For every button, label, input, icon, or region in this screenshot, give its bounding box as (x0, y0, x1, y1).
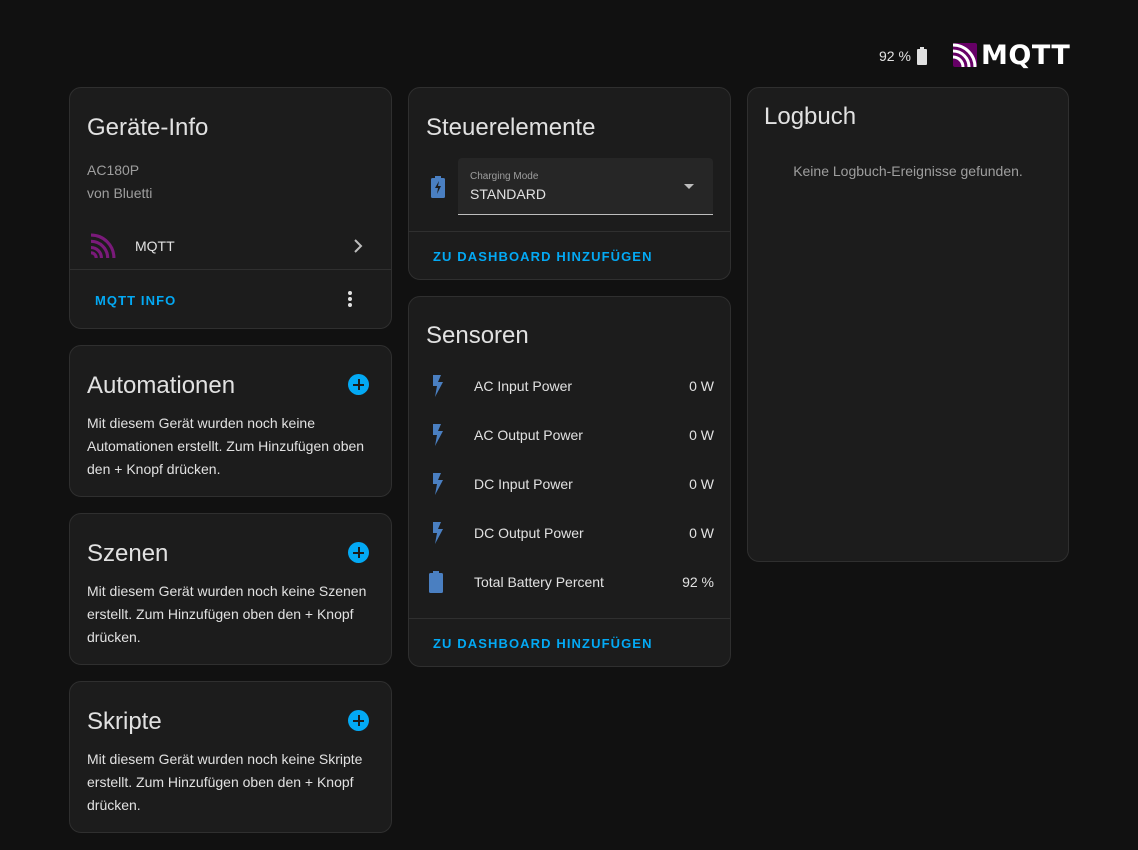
charging-mode-value: STANDARD (470, 186, 546, 202)
battery-icon (429, 571, 445, 593)
controls-add-to-dashboard-button[interactable]: ZU DASHBOARD HINZUFÜGEN (433, 249, 653, 264)
add-script-button[interactable] (348, 710, 369, 731)
chevron-right-icon (354, 239, 363, 253)
sensor-row[interactable]: Total Battery Percent 92 % (409, 558, 730, 607)
scenes-empty-text: Mit diesem Gerät wurden noch keine Szene… (87, 583, 367, 645)
automations-title: Automationen (87, 372, 236, 399)
sensor-row[interactable]: DC Output Power 0 W (409, 509, 730, 558)
sensor-name: AC Output Power (474, 427, 583, 443)
battery-icon (916, 47, 927, 65)
sensor-list: AC Input Power 0 W AC Output Power 0 W DC In… (409, 362, 730, 607)
add-automation-button[interactable] (348, 374, 369, 395)
sensor-row[interactable]: DC Input Power 0 W (409, 460, 730, 509)
scenes-card: Szenen Mit diesem Gerät wurden noch kein… (69, 513, 392, 665)
mqtt-logo-icon (953, 43, 977, 67)
automations-card: Automationen Mit diesem Gerät wurden noc… (69, 345, 392, 497)
battery-level-text: 92 % (879, 48, 911, 64)
sensor-name: DC Output Power (474, 525, 584, 541)
controls-title: Steuerelemente (426, 114, 596, 141)
mqtt-wordmark: MQTT (981, 39, 1071, 71)
sensor-row[interactable]: AC Output Power 0 W (409, 411, 730, 460)
sensors-title: Sensoren (426, 322, 529, 349)
sensors-divider (409, 618, 730, 619)
flash-icon (429, 424, 445, 446)
device-info-divider (70, 269, 391, 270)
logbook-card: Logbuch Keine Logbuch-Ereignisse gefunde… (747, 87, 1069, 562)
scripts-card: Skripte Mit diesem Gerät wurden noch kei… (69, 681, 392, 833)
device-info-card: Geräte-Info AC180P von Bluetti MQTT MQTT… (69, 87, 392, 329)
sensors-card: Sensoren AC Input Power 0 W AC Output Powe… (408, 296, 731, 667)
integration-row-mqtt[interactable]: MQTT (70, 224, 391, 268)
scripts-empty-text: Mit diesem Gerät wurden noch keine Skrip… (87, 751, 363, 813)
device-model: AC180P (87, 162, 140, 178)
sensor-value: 0 W (689, 427, 714, 443)
logbook-empty-text: Keine Logbuch-Ereignisse gefunden. (793, 163, 1023, 179)
add-scene-button[interactable] (348, 542, 369, 563)
automations-empty-text: Mit diesem Gerät wurden noch keine Autom… (87, 415, 365, 477)
flash-icon (429, 522, 445, 544)
top-bar: 92 % MQTT (0, 0, 1138, 80)
battery-status: 92 % (879, 45, 927, 67)
controls-card: Steuerelemente Charging Mode STANDARD ZU… (408, 87, 731, 280)
logbook-title: Logbuch (764, 103, 857, 130)
charging-mode-select[interactable]: Charging Mode STANDARD (458, 158, 713, 215)
sensor-name: AC Input Power (474, 378, 573, 394)
controls-divider (409, 231, 730, 232)
charging-mode-label: Charging Mode (470, 171, 539, 182)
sensors-add-to-dashboard-button[interactable]: ZU DASHBOARD HINZUFÜGEN (433, 636, 653, 651)
more-vert-icon[interactable] (347, 290, 353, 308)
scripts-title: Skripte (87, 708, 162, 735)
sensor-value: 92 % (682, 574, 714, 590)
dropdown-caret-icon (684, 184, 694, 189)
scenes-title: Szenen (87, 540, 169, 567)
integration-label: MQTT (135, 238, 175, 254)
sensor-value: 0 W (689, 525, 714, 541)
sensor-row[interactable]: AC Input Power 0 W (409, 362, 730, 411)
device-manufacturer: von Bluetti (87, 185, 153, 201)
mqtt-brand-logo: MQTT (953, 39, 1071, 71)
sensor-name: DC Input Power (474, 476, 573, 492)
device-info-title: Geräte-Info (87, 114, 209, 141)
sensor-value: 0 W (689, 476, 714, 492)
flash-icon (429, 375, 445, 397)
mqtt-info-button[interactable]: MQTT INFO (95, 293, 176, 308)
sensor-name: Total Battery Percent (474, 574, 604, 590)
battery-charging-icon (431, 176, 445, 198)
flash-icon (429, 473, 445, 495)
mqtt-integration-icon (91, 233, 116, 258)
sensor-value: 0 W (689, 378, 714, 394)
